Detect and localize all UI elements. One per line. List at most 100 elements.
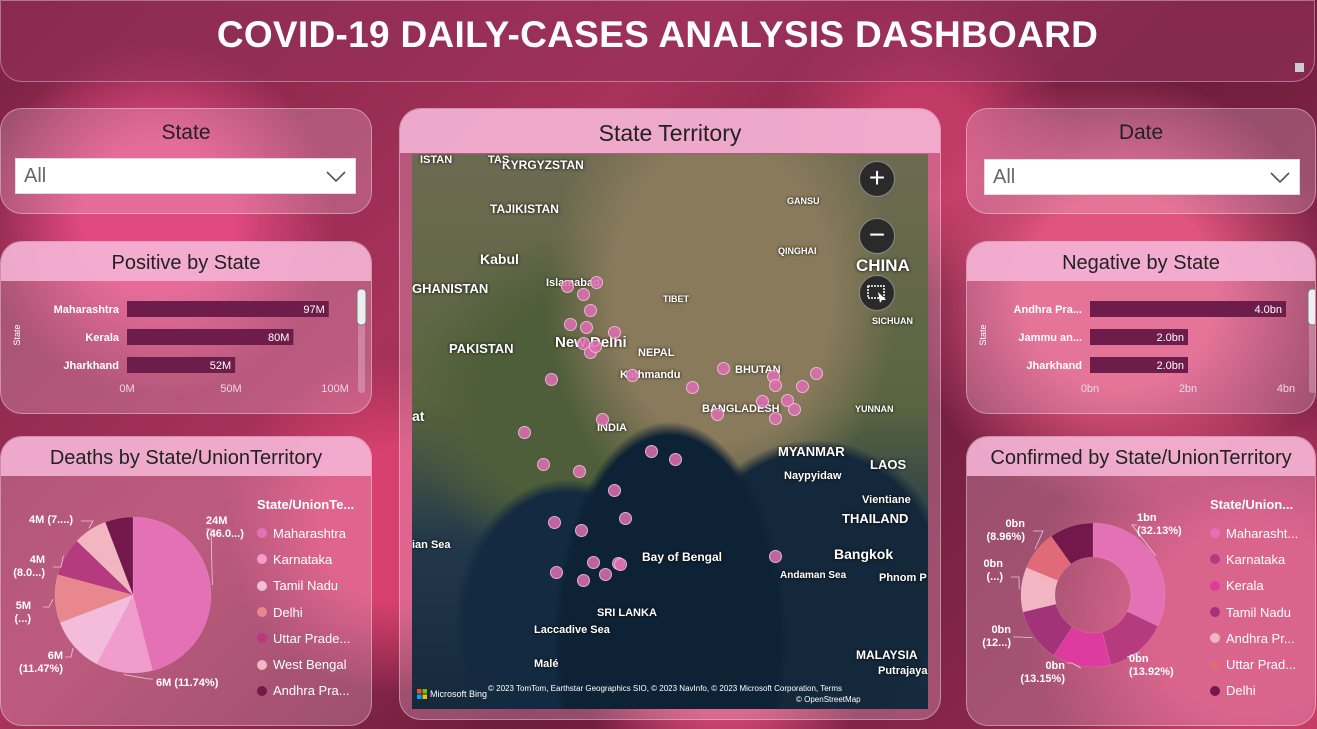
legend-item[interactable]: Uttar Prad... — [1210, 651, 1298, 677]
map-data-point[interactable] — [545, 373, 558, 386]
map-data-point[interactable] — [669, 453, 682, 466]
legend-swatch — [257, 633, 267, 644]
map-data-point[interactable] — [686, 381, 699, 394]
legend-item[interactable]: Delhi — [1210, 678, 1298, 704]
map-data-point[interactable] — [614, 558, 627, 571]
map-data-point[interactable] — [589, 340, 602, 353]
map-data-point[interactable] — [810, 367, 823, 380]
zoom-in-button[interactable]: + — [859, 161, 895, 197]
legend-item[interactable]: Tamil Nadu — [257, 573, 354, 599]
negative-bar-plot: State Andhra Pra... 4.0bn Jammu an... 2.0bn J… — [978, 288, 1316, 395]
tick-label: 0bn — [1081, 383, 1099, 395]
negative-chart-title: Negative by State — [967, 242, 1315, 281]
map-data-point[interactable] — [717, 362, 730, 375]
legend-item[interactable]: Maharashtra — [257, 520, 354, 546]
legend-item[interactable]: Maharasht... — [1210, 520, 1298, 546]
data-label: 1bn (32.13%) — [1137, 512, 1182, 537]
map-data-point[interactable] — [608, 484, 621, 497]
confirmed-by-state-chart: Confirmed by State/UnionTerritory 1bn (32… — [966, 436, 1316, 726]
value-label: 2.0bn — [1156, 332, 1184, 344]
title-bar: COVID-19 DAILY-CASES ANALYSIS DASHBOARD — [0, 0, 1315, 82]
leader-line — [65, 647, 74, 658]
legend-swatch — [1210, 607, 1220, 618]
data-label: 6M (11.47%) — [19, 650, 63, 675]
map-place-label: QINGHAI — [778, 246, 817, 256]
map-data-point[interactable] — [596, 413, 609, 426]
leader-line — [123, 674, 153, 680]
map-data-point[interactable] — [550, 566, 563, 579]
legend-item[interactable]: Tamil Nadu — [1210, 599, 1298, 625]
value-label: 80M — [268, 332, 289, 344]
map-data-point[interactable] — [564, 318, 577, 331]
map-place-label: YUNNAN — [855, 404, 894, 414]
map-data-point[interactable] — [796, 380, 809, 393]
map-canvas[interactable]: + − Microsoft Bing © 2023 TomTom, Earths… — [412, 154, 928, 709]
map-data-point[interactable] — [548, 516, 561, 529]
map-place-label: Phnom P — [879, 572, 927, 584]
map-place-label: TIBET — [663, 294, 689, 304]
zoom-out-button[interactable]: − — [859, 218, 895, 254]
negative-by-state-chart: Negative by State State Andhra Pra... 4.0b… — [966, 241, 1316, 414]
map-data-point[interactable] — [580, 321, 593, 334]
legend-label: Kerala — [1226, 578, 1264, 594]
select-area-icon[interactable] — [859, 275, 895, 311]
map-title: State Territory — [400, 109, 940, 153]
legend-item[interactable]: Karnataka — [1210, 546, 1298, 572]
map-data-point[interactable] — [769, 379, 782, 392]
deaths-chart-title: Deaths by State/UnionTerritory — [1, 437, 371, 476]
map-data-point[interactable] — [711, 408, 724, 421]
axis-title: State — [978, 324, 988, 345]
map-data-point[interactable] — [769, 550, 782, 563]
category-label: Maharashtra — [54, 304, 120, 316]
map-data-point[interactable] — [561, 280, 574, 293]
map-data-point[interactable] — [537, 458, 550, 471]
deaths-legend: State/UnionTe... Maharashtra Karnataka Tam… — [257, 497, 354, 704]
map-data-point[interactable] — [788, 403, 801, 416]
legend-item[interactable]: Karnataka — [257, 546, 354, 572]
state-dropdown[interactable]: All — [15, 158, 356, 194]
map-place-label: NEPAL — [638, 347, 675, 359]
map-data-point[interactable] — [645, 445, 658, 458]
scrollbar-thumb[interactable] — [356, 288, 367, 326]
conf-slice[interactable] — [1092, 522, 1166, 627]
data-label: 0bn (13.92%) — [1129, 653, 1174, 678]
map-place-label: Malé — [534, 658, 559, 670]
legend-item[interactable]: Andhra Pra... — [257, 678, 354, 704]
map-data-point[interactable] — [626, 369, 639, 382]
map-place-label: Vientiane — [862, 494, 911, 506]
map-data-point[interactable] — [590, 276, 603, 289]
legend-item[interactable]: Andhra Pr... — [1210, 625, 1298, 651]
legend-item[interactable]: West Bengal — [257, 651, 354, 677]
legend-item[interactable]: Kerala — [1210, 573, 1298, 599]
axis-title: State — [12, 324, 22, 345]
date-dropdown[interactable]: All — [984, 159, 1300, 195]
map-data-point[interactable] — [584, 304, 597, 317]
legend-item[interactable]: Delhi — [257, 599, 354, 625]
map-data-point[interactable] — [577, 288, 590, 301]
osm-attribution[interactable]: © OpenStreetMap — [796, 695, 861, 704]
map-place-label: TAS — [488, 154, 510, 166]
date-slicer: Date All — [966, 108, 1316, 214]
map-data-point[interactable] — [608, 326, 621, 339]
map-data-point[interactable] — [587, 556, 600, 569]
map-data-point[interactable] — [575, 524, 588, 537]
resize-grip[interactable] — [1295, 63, 1304, 72]
map-data-point[interactable] — [619, 512, 632, 525]
deaths-pie-plot: 24M (46.0...) 6M (11.74%) 6M (11.47%) 5M (...)… — [13, 514, 244, 689]
map-data-point[interactable] — [769, 412, 782, 425]
map-place-label: ian Sea — [412, 539, 451, 551]
positive-bar[interactable] — [127, 301, 329, 317]
map-data-point[interactable] — [756, 395, 769, 408]
map-place-label: ISTAN — [420, 154, 453, 166]
legend-label: Karnataka — [273, 551, 333, 567]
map-attribution[interactable]: © 2023 TomTom, Earthstar Geographics SIO… — [488, 684, 842, 693]
map-data-point[interactable] — [577, 574, 590, 587]
map-data-point[interactable] — [599, 568, 612, 581]
scrollbar-thumb[interactable] — [1307, 288, 1316, 326]
legend-swatch — [257, 607, 267, 618]
map-place-label: TAJIKISTAN — [490, 202, 559, 216]
legend-item[interactable]: Uttar Prade... — [257, 625, 354, 651]
map-data-point[interactable] — [573, 465, 586, 478]
legend-label: West Bengal — [273, 657, 347, 673]
map-data-point[interactable] — [518, 426, 531, 439]
